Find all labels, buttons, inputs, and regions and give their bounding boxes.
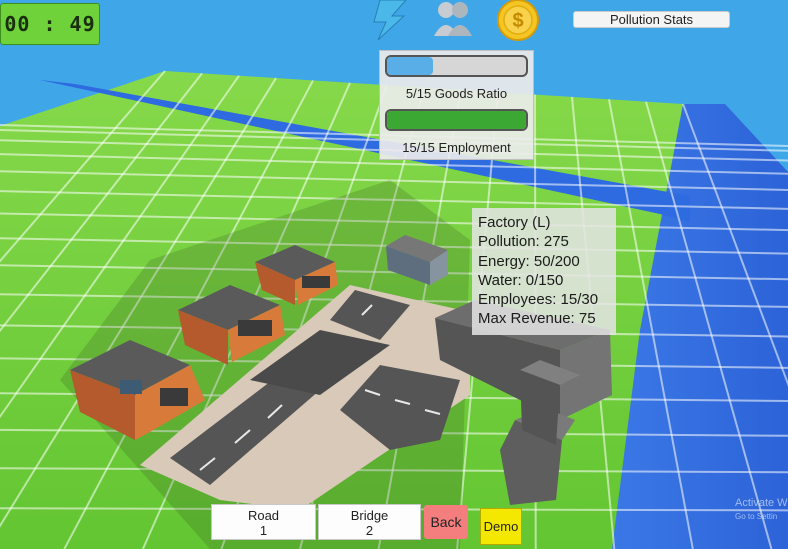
- city-stats-panel: 5/15 Goods Ratio 15/15 Employment: [379, 50, 534, 160]
- bridge-tool-count: 2: [365, 523, 374, 538]
- bridge-tool-label: Bridge: [350, 508, 389, 523]
- road-tool-count: 1: [259, 523, 268, 538]
- road-tool-label: Road: [247, 508, 280, 523]
- watermark-line1: Activate W: [735, 497, 788, 509]
- pollution-value: Pollution: 275: [478, 233, 569, 251]
- pollution-stats-button[interactable]: Pollution Stats: [573, 11, 730, 28]
- employees-value: Employees: 15/30: [478, 291, 599, 309]
- demo-button[interactable]: Demo: [480, 508, 522, 545]
- svg-text:$: $: [512, 10, 523, 32]
- building-info-panel: Factory (L) Pollution: 275 Energy: 50/20…: [472, 208, 616, 335]
- max-revenue-value: Max Revenue: 75: [478, 310, 596, 328]
- game-timer: 00 : 49: [0, 3, 100, 45]
- goods-ratio-bar: [385, 55, 528, 77]
- watermark-line2: Go to Settin: [735, 512, 778, 521]
- energy-value: Energy: 50/200: [478, 252, 580, 270]
- water-value: Water: 0/150: [478, 271, 564, 289]
- building-name: Factory (L): [478, 214, 551, 231]
- activation-watermark: Activate W Go to Settin: [735, 496, 788, 524]
- goods-ratio-label: 5/15 Goods Ratio: [405, 86, 508, 101]
- employment-fill: [387, 111, 526, 129]
- employment-bar: [385, 109, 528, 131]
- back-button[interactable]: Back: [424, 505, 468, 539]
- bridge-tool-button[interactable]: Bridge 2: [318, 504, 421, 540]
- goods-ratio-fill: [387, 57, 434, 75]
- coin-icon[interactable]: $: [497, 0, 539, 41]
- employment-label: 15/15 Employment: [402, 140, 511, 155]
- road-tool-button[interactable]: Road 1: [211, 504, 316, 540]
